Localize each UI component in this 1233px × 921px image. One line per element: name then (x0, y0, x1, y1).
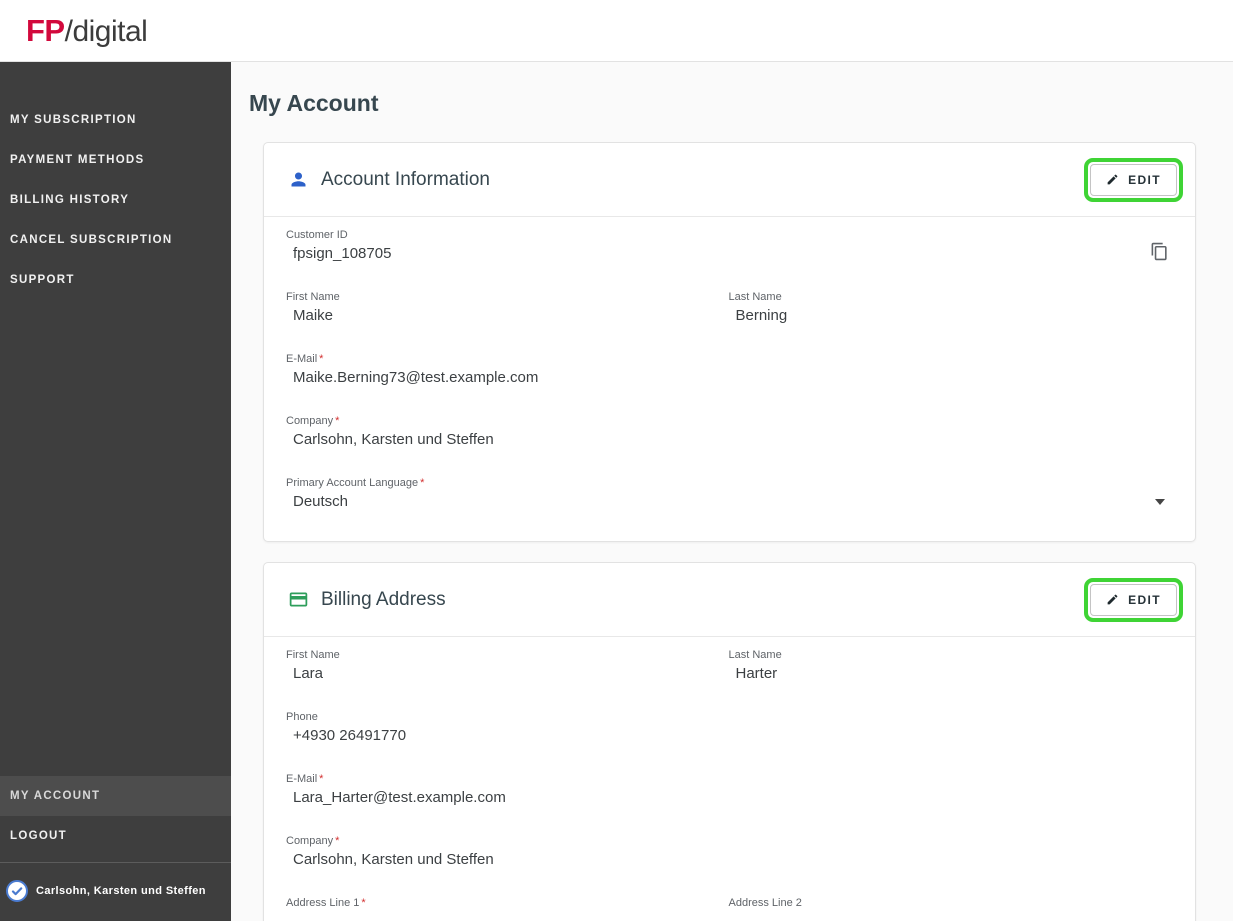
credit-card-icon (286, 587, 311, 612)
field-last-name: Last Name Berning (729, 291, 1172, 325)
sidebar-item-logout[interactable]: LOGOUT (0, 816, 231, 856)
account-edit-button[interactable]: EDIT (1090, 164, 1177, 196)
email-value: Maike.Berning73@test.example.com (286, 369, 1171, 387)
required-asterisk: * (335, 415, 339, 427)
sidebar-item-cancel-subscription[interactable]: CANCEL SUBSCRIPTION (0, 220, 231, 260)
field-first-name: First Name Maike (286, 291, 729, 325)
address-line-1-label: Address Line 1* (286, 897, 729, 909)
main-content: My Account Account Information (231, 62, 1233, 921)
edit-highlight-box: EDIT (1084, 158, 1183, 202)
field-billing-email-row: E-Mail* Lara_Harter@test.example.com (286, 773, 1171, 807)
account-card-header: Account Information EDIT (264, 143, 1195, 217)
edit-highlight-box: EDIT (1084, 578, 1183, 622)
field-customer-id-row: Customer ID fpsign_108705 (286, 229, 1171, 263)
account-card-title: Account Information (321, 169, 490, 191)
field-email: E-Mail* Maike.Berning73@test.example.com (286, 353, 1171, 387)
first-name-value: Maike (286, 307, 729, 325)
field-phone: Phone +4930 26491770 (286, 711, 1171, 745)
field-email-row: E-Mail* Maike.Berning73@test.example.com (286, 353, 1171, 387)
field-language: Primary Account Language* Deutsch (286, 477, 424, 511)
field-address-row: Address Line 1* Address Line 2 (286, 897, 1171, 921)
field-address-line-2: Address Line 2 (729, 897, 1172, 921)
sidebar-nav: MY SUBSCRIPTION PAYMENT METHODS BILLING … (0, 62, 231, 300)
field-address-line-1: Address Line 1* (286, 897, 729, 921)
brand-logo-fp: FP (26, 13, 65, 49)
sidebar-item-my-account[interactable]: MY ACCOUNT (0, 776, 231, 816)
field-name-row: First Name Maike Last Name Berning (286, 291, 1171, 325)
billing-edit-label: EDIT (1128, 593, 1161, 607)
brand-logo: FP /digital (26, 13, 147, 49)
field-billing-first-name: First Name Lara (286, 649, 729, 683)
billing-last-name-label: Last Name (729, 649, 1172, 661)
billing-address-card: Billing Address EDIT First Na (263, 562, 1196, 921)
field-billing-last-name: Last Name Harter (729, 649, 1172, 683)
sidebar-user-chip[interactable]: Carlsohn, Karsten und Steffen (0, 863, 231, 921)
required-asterisk: * (319, 353, 323, 365)
address-line-1-value (286, 913, 729, 921)
address-line-2-label: Address Line 2 (729, 897, 1172, 909)
sidebar-item-support[interactable]: SUPPORT (0, 260, 231, 300)
sidebar-item-payment-methods[interactable]: PAYMENT METHODS (0, 140, 231, 180)
sidebar-item-my-subscription[interactable]: MY SUBSCRIPTION (0, 100, 231, 140)
field-billing-email: E-Mail* Lara_Harter@test.example.com (286, 773, 1171, 807)
required-asterisk: * (361, 897, 365, 909)
billing-card-header: Billing Address EDIT (264, 563, 1195, 637)
copy-icon[interactable] (1148, 240, 1171, 263)
phone-value: +4930 26491770 (286, 727, 1171, 745)
billing-last-name-value: Harter (729, 665, 1172, 683)
account-edit-label: EDIT (1128, 173, 1161, 187)
account-card-body: Customer ID fpsign_108705 First Name Mai… (264, 217, 1195, 541)
page-title: My Account (249, 90, 1196, 117)
pencil-icon (1106, 173, 1119, 186)
field-language-row[interactable]: Primary Account Language* Deutsch (286, 477, 1171, 511)
billing-edit-button[interactable]: EDIT (1090, 584, 1177, 616)
app-window: FP /digital MY SUBSCRIPTION PAYMENT METH… (0, 0, 1233, 921)
sidebar-bottom: MY ACCOUNT LOGOUT Carlsohn, Karsten und … (0, 776, 231, 921)
address-line-2-value (729, 913, 1172, 921)
account-information-card: Account Information EDIT Cust (263, 142, 1196, 542)
first-name-label: First Name (286, 291, 729, 303)
last-name-value: Berning (729, 307, 1172, 325)
billing-company-label: Company* (286, 835, 1171, 847)
phone-label: Phone (286, 711, 1171, 723)
field-company-row: Company* Carlsohn, Karsten und Steffen (286, 415, 1171, 449)
company-value: Carlsohn, Karsten und Steffen (286, 431, 1171, 449)
required-asterisk: * (319, 773, 323, 785)
person-icon (286, 167, 311, 192)
field-customer-id: Customer ID fpsign_108705 (286, 229, 391, 263)
billing-card-title: Billing Address (321, 589, 446, 611)
field-billing-company-row: Company* Carlsohn, Karsten und Steffen (286, 835, 1171, 869)
billing-card-body: First Name Lara Last Name Harter Phone +… (264, 637, 1195, 921)
field-company: Company* Carlsohn, Karsten und Steffen (286, 415, 1171, 449)
verified-avatar-icon (3, 877, 31, 905)
language-label: Primary Account Language* (286, 477, 424, 489)
billing-company-value: Carlsohn, Karsten und Steffen (286, 851, 1171, 869)
sidebar-item-billing-history[interactable]: BILLING HISTORY (0, 180, 231, 220)
customer-id-value: fpsign_108705 (286, 245, 391, 263)
last-name-label: Last Name (729, 291, 1172, 303)
email-label: E-Mail* (286, 353, 1171, 365)
field-phone-row: Phone +4930 26491770 (286, 711, 1171, 745)
required-asterisk: * (420, 477, 424, 489)
top-header: FP /digital (0, 0, 1233, 62)
customer-id-label: Customer ID (286, 229, 391, 241)
billing-first-name-label: First Name (286, 649, 729, 661)
pencil-icon (1106, 593, 1119, 606)
billing-first-name-value: Lara (286, 665, 729, 683)
brand-logo-digital: /digital (65, 15, 148, 49)
language-value: Deutsch (286, 493, 424, 511)
required-asterisk: * (335, 835, 339, 847)
chevron-down-icon[interactable] (1155, 499, 1165, 505)
billing-email-value: Lara_Harter@test.example.com (286, 789, 1171, 807)
field-billing-company: Company* Carlsohn, Karsten und Steffen (286, 835, 1171, 869)
sidebar-user-name: Carlsohn, Karsten und Steffen (36, 885, 206, 897)
sidebar: MY SUBSCRIPTION PAYMENT METHODS BILLING … (0, 62, 231, 921)
billing-email-label: E-Mail* (286, 773, 1171, 785)
field-billing-name-row: First Name Lara Last Name Harter (286, 649, 1171, 683)
company-label: Company* (286, 415, 1171, 427)
